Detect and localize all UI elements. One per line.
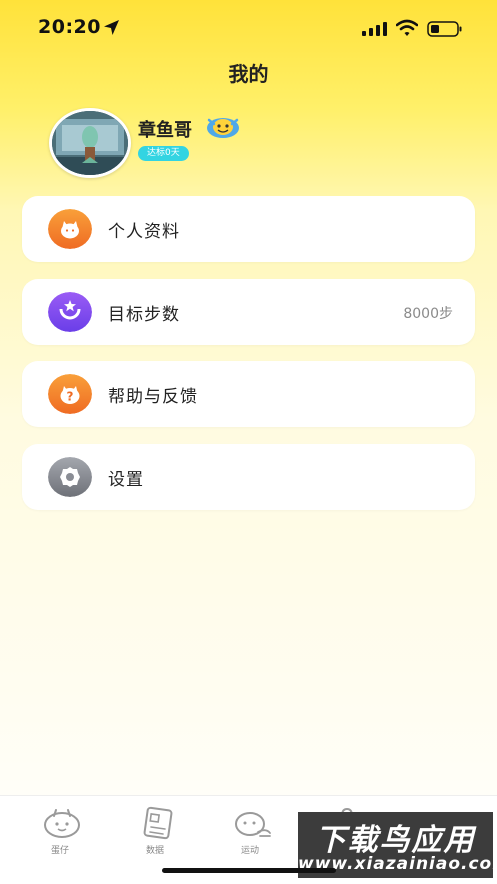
exercise-icon <box>235 812 271 837</box>
battery-icon <box>427 21 462 37</box>
achievement-badge-icon <box>207 118 239 138</box>
status-bar: 20:20 <box>0 0 497 54</box>
pet-face-icon <box>48 209 92 249</box>
menu-item-help-feedback[interactable]: ? 帮助与反馈 <box>22 361 475 427</box>
egg-pet-icon <box>44 809 80 838</box>
menu-item-profile[interactable]: 个人资料 <box>22 196 475 262</box>
tab-exercise[interactable]: 运动 <box>205 796 295 856</box>
status-time: 20:20 <box>38 16 101 38</box>
avatar-image <box>52 111 128 175</box>
menu-item-label: 帮助与反馈 <box>108 387 198 407</box>
tab-label: 蛋仔 <box>50 846 69 856</box>
menu-item-label: 目标步数 <box>108 305 180 325</box>
location-arrow-icon <box>104 20 119 35</box>
target-steps-value: 8000步 <box>403 306 453 322</box>
menu-item-target-steps[interactable]: 目标步数 8000步 <box>22 279 475 345</box>
status-badge: 达标0天 <box>138 146 189 161</box>
menu-item-label: 设置 <box>108 470 144 490</box>
watermark-title: 下载鸟应用 <box>315 823 476 858</box>
page-title: 我的 <box>228 62 269 86</box>
settings-gear-icon <box>48 457 92 497</box>
tab-label: 运动 <box>240 846 259 856</box>
wifi-icon <box>396 19 418 36</box>
tab-data[interactable]: 数据 <box>110 796 200 856</box>
tab-egg-pet[interactable]: 蛋仔 <box>15 796 105 856</box>
target-steps-icon <box>48 292 92 332</box>
cellular-signal-icon <box>362 22 387 36</box>
svg-text:?: ? <box>67 390 74 404</box>
menu-item-settings[interactable]: 设置 <box>22 444 475 510</box>
data-report-icon <box>143 806 173 840</box>
username: 章鱼哥 <box>138 120 192 141</box>
help-icon: ? <box>48 374 92 414</box>
home-indicator <box>162 868 336 873</box>
tab-label: 数据 <box>145 846 164 856</box>
avatar[interactable] <box>49 108 131 178</box>
menu-item-label: 个人资料 <box>108 222 180 242</box>
